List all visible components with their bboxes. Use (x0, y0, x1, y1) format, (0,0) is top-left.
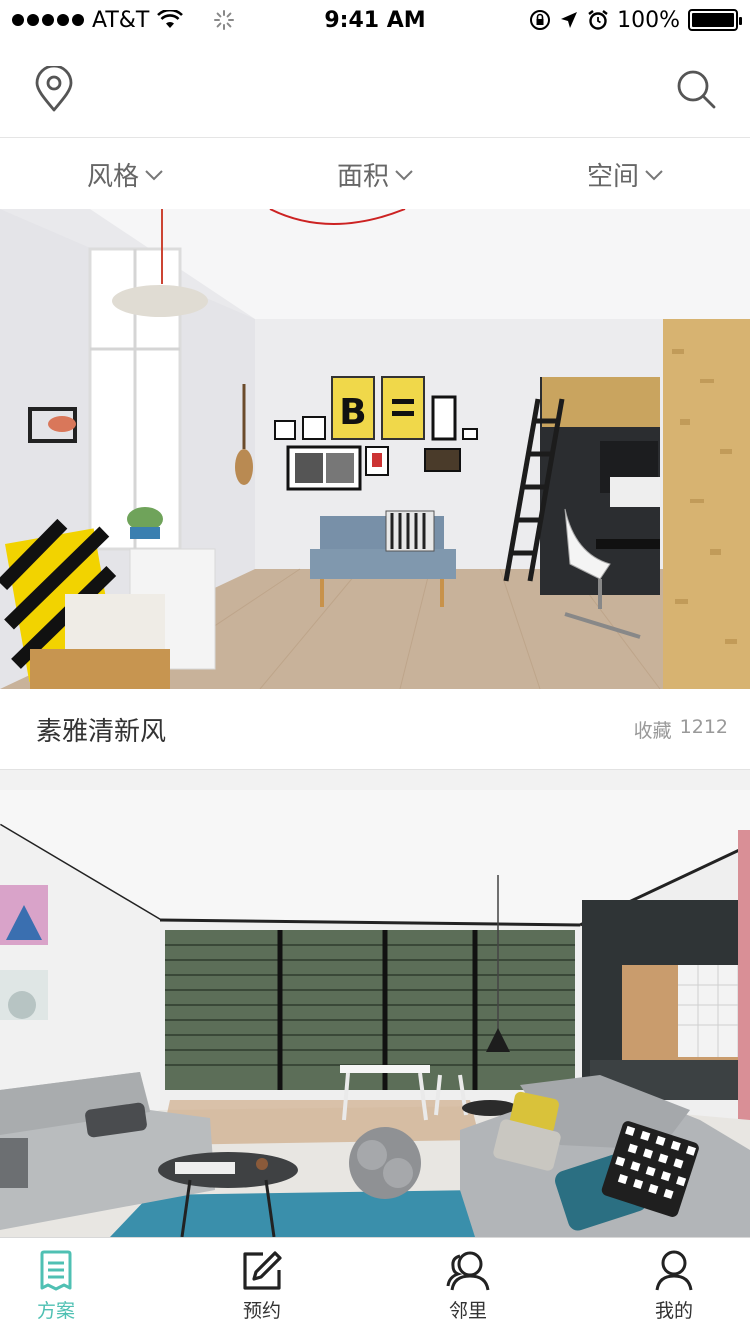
room-photo-image: B (0, 209, 750, 689)
status-right: 100% (529, 7, 742, 33)
nav-bar (0, 40, 750, 138)
filter-space[interactable]: 空间 (500, 139, 750, 209)
card-title: 素雅清新风 (36, 716, 167, 747)
signal-strength-icon (12, 14, 84, 26)
chevron-down-icon (395, 170, 413, 181)
favorite-number: 1212 (679, 715, 728, 738)
tab-neighbors-label: 邻里 (448, 1299, 487, 1322)
alarm-icon (588, 10, 608, 30)
living-room-photo-image (0, 790, 750, 1237)
people-icon (446, 1251, 490, 1290)
loading-spinner-icon (214, 10, 235, 30)
tab-plans[interactable]: 方案 (8, 1238, 104, 1334)
wifi-icon (157, 10, 184, 28)
svg-text:B: B (339, 392, 366, 433)
tab-neighbors[interactable]: 邻里 (420, 1238, 516, 1334)
tab-profile-label: 我的 (654, 1299, 693, 1322)
favorite-label: 收藏 (633, 719, 672, 742)
status-bar: AT&T 9:41 AM 100% (0, 0, 750, 40)
filter-area-label: 面积 (336, 161, 389, 192)
filter-bar: 风格 面积 空间 (0, 139, 750, 209)
battery-percent: 100% (617, 7, 680, 33)
search-icon (677, 70, 716, 108)
edit-square-icon (243, 1250, 282, 1290)
location-arrow-icon (561, 12, 578, 28)
design-card-2-photo[interactable] (0, 790, 750, 1237)
tab-bar: 方案 预约 邻里 我的 (0, 1237, 750, 1334)
search-button[interactable] (672, 65, 720, 113)
filter-space-label: 空间 (586, 161, 639, 192)
tab-booking-label: 预约 (242, 1299, 281, 1322)
battery-icon (688, 9, 742, 31)
chevron-down-icon (145, 170, 163, 181)
filter-style[interactable]: 风格 (0, 139, 250, 209)
filter-area[interactable]: 面积 (250, 139, 500, 209)
status-left: AT&T (12, 8, 235, 33)
favorite-count[interactable]: 收藏 1212 (634, 716, 728, 743)
chevron-down-icon (645, 170, 663, 181)
filter-style-label: 风格 (86, 161, 139, 192)
orientation-lock-icon (530, 10, 551, 30)
location-pin-icon (35, 65, 73, 111)
tab-booking[interactable]: 预约 (214, 1238, 310, 1334)
card-separator (0, 770, 750, 790)
person-icon (655, 1250, 693, 1290)
carrier-label: AT&T (92, 7, 150, 33)
design-card-1-info[interactable]: 素雅清新风 收藏 1212 (0, 689, 750, 770)
tab-profile[interactable]: 我的 (626, 1238, 722, 1334)
location-button[interactable] (30, 65, 78, 113)
document-list-icon (40, 1250, 72, 1290)
tab-plans-label: 方案 (36, 1299, 75, 1322)
design-card-1-photo[interactable]: B (0, 209, 750, 689)
